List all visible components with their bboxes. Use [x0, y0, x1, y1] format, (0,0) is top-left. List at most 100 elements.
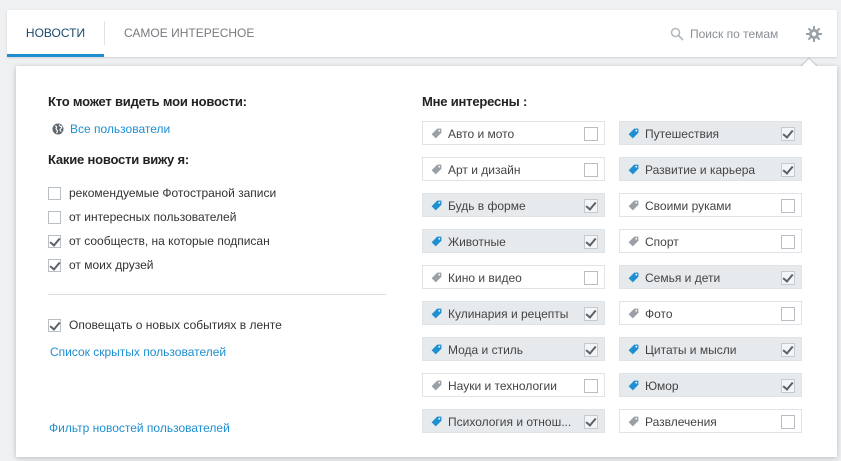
interest-checkbox[interactable]	[781, 163, 795, 177]
tag-icon	[628, 236, 639, 247]
interest-tile[interactable]: Фото	[619, 301, 802, 325]
tag-icon	[628, 416, 639, 427]
checkbox-label: от моих друзей	[69, 258, 154, 272]
interest-checkbox[interactable]	[584, 379, 598, 393]
interest-checkbox[interactable]	[584, 271, 598, 285]
interest-checkbox[interactable]	[781, 379, 795, 393]
interest-tile[interactable]: Путешествия	[619, 121, 802, 145]
checkbox[interactable]	[48, 318, 61, 332]
interest-label: Своими руками	[645, 199, 732, 213]
news-filter-link[interactable]: Фильтр новостей пользователей	[49, 421, 230, 435]
interest-label: Развитие и карьера	[645, 163, 756, 177]
interest-tile[interactable]: Будь в форме	[422, 193, 605, 217]
checkbox-label: рекомендуемые Фотостраной записи	[69, 186, 277, 200]
interest-tile[interactable]: Животные	[422, 229, 605, 253]
interest-tile[interactable]: Науки и технологии	[422, 373, 605, 397]
interest-tile[interactable]: Развитие и карьера	[619, 157, 802, 181]
feed-option-friends[interactable]: от моих друзей	[48, 257, 154, 273]
tab-divider	[104, 21, 105, 45]
checkbox-label: от сообществ, на которые подписан	[69, 234, 270, 248]
interest-tile[interactable]: Психология и отнош...	[422, 409, 605, 433]
interest-tile[interactable]: Кулинария и рецепты	[422, 301, 605, 325]
interest-label: Арт и дизайн	[448, 163, 521, 177]
tag-icon	[431, 308, 442, 319]
checkbox-label: от интересных пользователей	[69, 210, 237, 224]
interest-label: Психология и отнош...	[448, 415, 572, 429]
tab-news[interactable]: Новости	[7, 10, 104, 57]
interest-tile[interactable]: Цитаты и мысли	[619, 337, 802, 361]
tag-icon	[431, 272, 442, 283]
interest-checkbox[interactable]	[781, 127, 795, 141]
interest-label: Спорт	[645, 235, 679, 249]
interest-checkbox[interactable]	[781, 343, 795, 357]
checkbox[interactable]	[48, 210, 61, 224]
checkbox[interactable]	[48, 234, 61, 248]
tag-icon	[431, 200, 442, 211]
interest-tile[interactable]: Развлечения	[619, 409, 802, 433]
interest-checkbox[interactable]	[584, 199, 598, 213]
interest-checkbox[interactable]	[781, 307, 795, 321]
gear-icon[interactable]	[806, 26, 822, 42]
topic-search	[670, 24, 790, 44]
interest-label: Мода и стиль	[448, 343, 524, 357]
tag-icon	[628, 344, 639, 355]
interest-tile[interactable]: Авто и мото	[422, 121, 605, 145]
search-icon	[670, 27, 684, 41]
interest-tile[interactable]: Мода и стиль	[422, 337, 605, 361]
interest-tile[interactable]: Семья и дети	[619, 265, 802, 289]
interest-checkbox[interactable]	[781, 235, 795, 249]
interest-label: Кулинария и рецепты	[448, 307, 569, 321]
interest-checkbox[interactable]	[781, 415, 795, 429]
tag-icon	[628, 272, 639, 283]
interest-tile[interactable]: Спорт	[619, 229, 802, 253]
feed-option-interesting-users[interactable]: от интересных пользователей	[48, 209, 236, 225]
interest-checkbox[interactable]	[584, 235, 598, 249]
interest-checkbox[interactable]	[584, 343, 598, 357]
feed-heading: Какие новости вижу я:	[48, 152, 190, 167]
interest-label: Будь в форме	[448, 199, 526, 213]
hidden-users-link[interactable]: Список скрытых пользователей	[50, 345, 226, 359]
interest-tile[interactable]: Юмор	[619, 373, 802, 397]
interest-checkbox[interactable]	[584, 163, 598, 177]
interest-label: Науки и технологии	[448, 379, 557, 393]
tag-icon	[628, 128, 639, 139]
interest-checkbox[interactable]	[781, 271, 795, 285]
interest-checkbox[interactable]	[584, 127, 598, 141]
interest-label: Кино и видео	[448, 271, 522, 285]
feed-option-communities[interactable]: от сообществ, на которые подписан	[48, 233, 270, 249]
interests-heading: Мне интересны :	[422, 94, 528, 109]
tab-interesting[interactable]: Самое интересное	[124, 10, 254, 57]
privacy-all-users-link[interactable]: Все пользователи	[70, 122, 170, 136]
globe-icon	[52, 123, 64, 135]
interest-label: Путешествия	[645, 127, 720, 141]
feed-option-recommended[interactable]: рекомендуемые Фотостраной записи	[48, 185, 276, 201]
interest-checkbox[interactable]	[584, 307, 598, 321]
tag-icon	[628, 308, 639, 319]
tag-icon	[431, 128, 442, 139]
panel-pointer	[801, 59, 817, 67]
interest-tile[interactable]: Своими руками	[619, 193, 802, 217]
interest-checkbox[interactable]	[584, 415, 598, 429]
tag-icon	[431, 380, 442, 391]
checkbox-label: Оповещать о новых событиях в ленте	[69, 318, 282, 332]
checkbox[interactable]	[48, 258, 61, 272]
search-input[interactable]	[690, 27, 790, 41]
tag-icon	[628, 200, 639, 211]
tag-icon	[628, 164, 639, 175]
tag-icon	[431, 344, 442, 355]
interest-label: Цитаты и мысли	[645, 343, 737, 357]
tag-icon	[431, 164, 442, 175]
tag-icon	[431, 236, 442, 247]
news-settings-panel: Кто может видеть мои новости: Все пользо…	[16, 66, 837, 457]
interest-tile[interactable]: Кино и видео	[422, 265, 605, 289]
interest-tile[interactable]: Арт и дизайн	[422, 157, 605, 181]
tag-icon	[431, 416, 442, 427]
interest-checkbox[interactable]	[781, 199, 795, 213]
checkbox[interactable]	[48, 186, 61, 200]
divider	[48, 294, 386, 295]
tag-icon	[628, 380, 639, 391]
interest-label: Юмор	[645, 379, 679, 393]
top-tab-bar: Новости Самое интересное	[7, 10, 837, 57]
privacy-heading: Кто может видеть мои новости:	[48, 94, 247, 109]
notify-option[interactable]: Оповещать о новых событиях в ленте	[48, 317, 282, 333]
